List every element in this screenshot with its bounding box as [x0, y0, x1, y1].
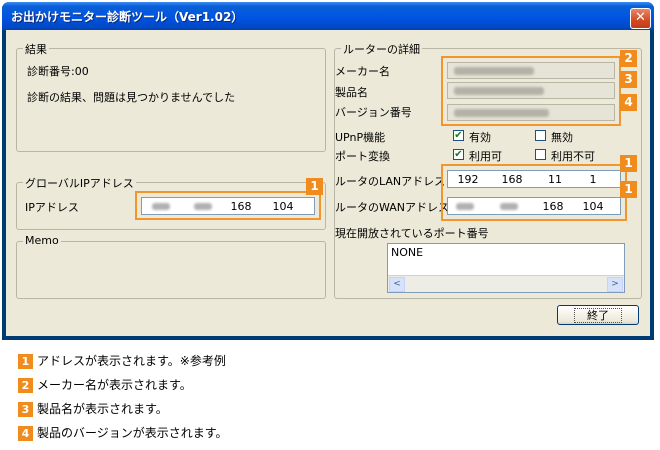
global-ip-group-title: グローバルIPアドレス: [23, 175, 136, 191]
port-unavailable-label: 利用不可: [551, 150, 595, 163]
open-ports-value: NONE: [391, 246, 424, 259]
diag-number: 診断番号:00: [27, 65, 89, 78]
router-group: ルーターの詳細 メーカー名 製品名 バージョン番号 UPnP機能 ✔ 有効 無効…: [334, 41, 642, 299]
legend-item-1: 1 アドレスが表示されます。※参考例: [18, 352, 226, 369]
badge-4: 4: [620, 94, 637, 111]
version-label: バージョン番号: [335, 106, 412, 119]
scroll-right-icon[interactable]: >: [607, 277, 623, 292]
legend-badge-3: 3: [18, 402, 33, 417]
memo-group-title: Memo: [23, 234, 61, 247]
badge-2: 2: [620, 50, 637, 67]
window-title: お出かけモニター診断ツール（Ver1.02）: [11, 10, 244, 24]
highlight-2-4-router-info: [441, 56, 621, 126]
upnp-disabled-checkbox[interactable]: [535, 130, 546, 141]
badge-1-lan: 1: [620, 155, 637, 172]
close-button[interactable]: ✕: [630, 8, 651, 29]
legend-text-4: 製品のバージョンが表示されます。: [37, 426, 228, 440]
legend-badge-4: 4: [18, 426, 33, 441]
port-label: ポート変換: [335, 150, 390, 163]
exit-button[interactable]: 終了: [557, 305, 639, 325]
upnp-label: UPnP機能: [335, 131, 386, 144]
global-ip-group: グローバルIPアドレス IPアドレス 168 104: [16, 175, 326, 230]
open-ports-label: 現在開放されているポート番号: [335, 227, 489, 240]
horizontal-scrollbar[interactable]: < >: [388, 275, 624, 292]
upnp-disabled-label: 無効: [551, 131, 573, 144]
title-bar[interactable]: お出かけモニター診断ツール（Ver1.02） ✕: [2, 2, 654, 30]
port-available-checkbox[interactable]: ✔: [453, 149, 464, 160]
dialog-client: 結果 診断番号:00 診断の結果、問題は見つかりませんでした グローバルIPアド…: [6, 30, 650, 336]
upnp-enabled-label: 有効: [469, 131, 491, 144]
legend-item-4: 4 製品のバージョンが表示されます。: [18, 424, 228, 441]
lan-label: ルータのLANアドレス: [335, 175, 446, 188]
legend-badge-1: 1: [18, 354, 33, 369]
legend-text-3: 製品名が表示されます。: [37, 402, 168, 416]
memo-group: Memo: [16, 234, 326, 299]
port-unavailable-checkbox[interactable]: [535, 149, 546, 160]
diag-message: 診断の結果、問題は見つかりませんでした: [27, 91, 236, 104]
product-label: 製品名: [335, 86, 368, 99]
badge-1-wan: 1: [620, 181, 637, 198]
result-group-title: 結果: [23, 41, 49, 57]
badge-1: 1: [306, 178, 323, 195]
legend-text-2: メーカー名が表示されます。: [37, 378, 192, 392]
dialog-window: お出かけモニター診断ツール（Ver1.02） ✕ 結果 診断番号:00 診断の結…: [2, 2, 654, 340]
result-group: 結果 診断番号:00 診断の結果、問題は見つかりませんでした: [16, 41, 326, 152]
highlight-1-ip: [135, 191, 321, 220]
legend-item-3: 3 製品名が表示されます。: [18, 400, 168, 417]
port-available-label: 利用可: [469, 150, 502, 163]
badge-3: 3: [620, 71, 637, 88]
exit-button-label: 終了: [574, 308, 622, 323]
highlight-1-router-ip: [441, 164, 627, 221]
legend-text-1: アドレスが表示されます。※参考例: [37, 354, 226, 368]
open-ports-list[interactable]: NONE < >: [387, 243, 625, 293]
maker-label: メーカー名: [335, 65, 390, 78]
legend-badge-2: 2: [18, 378, 33, 393]
legend-item-2: 2 メーカー名が表示されます。: [18, 376, 192, 393]
scroll-left-icon[interactable]: <: [389, 277, 405, 292]
upnp-enabled-checkbox[interactable]: ✔: [453, 130, 464, 141]
wan-label: ルータのWANアドレス: [335, 201, 450, 214]
ip-address-label: IPアドレス: [25, 201, 79, 214]
router-group-title: ルーターの詳細: [341, 41, 422, 57]
